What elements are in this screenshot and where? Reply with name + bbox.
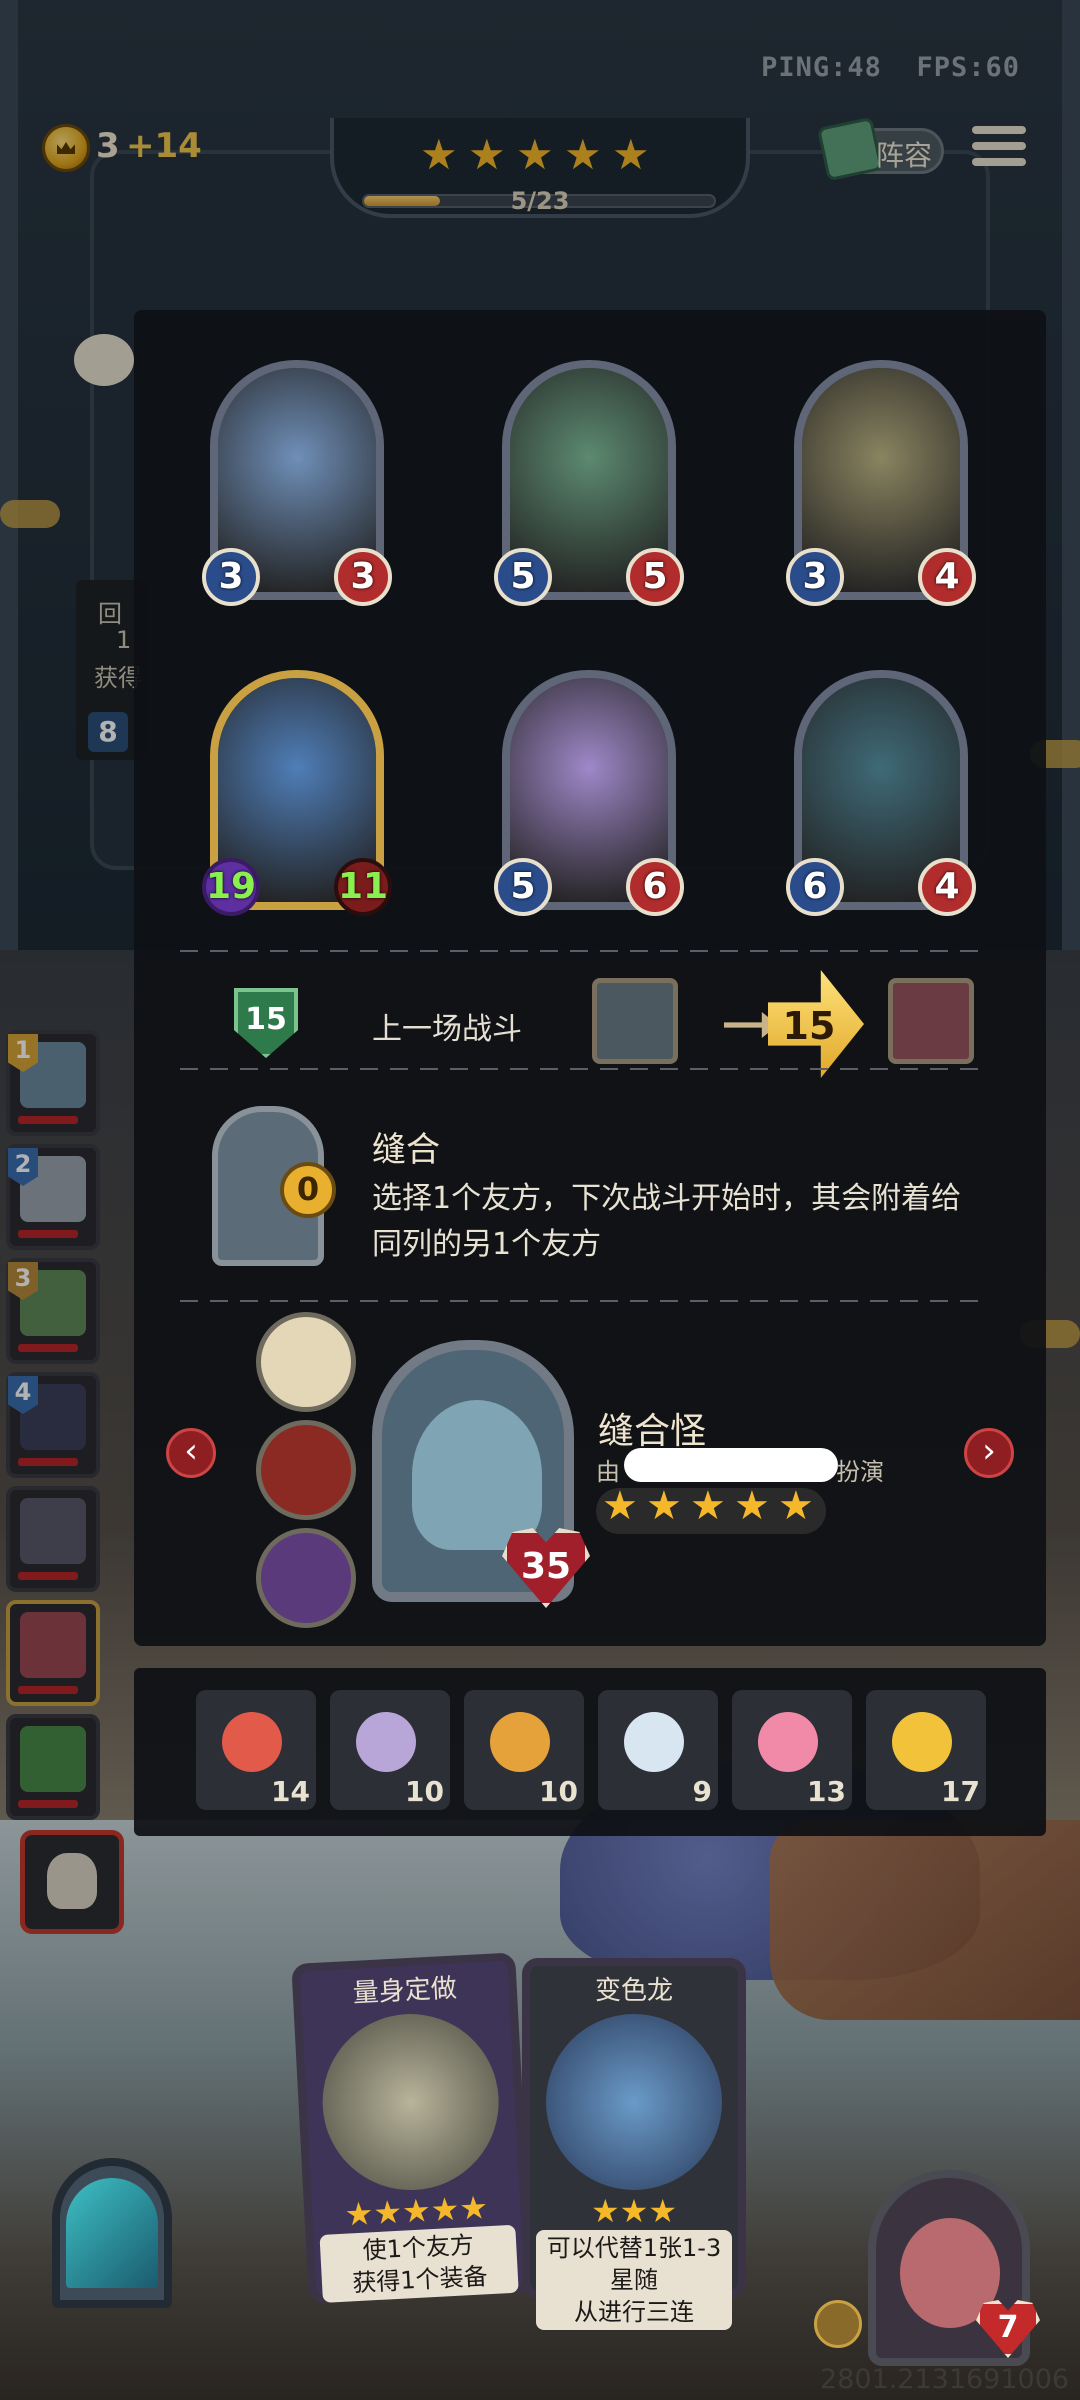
unit-attack: 5 [494, 858, 552, 916]
clown-icon [222, 1712, 282, 1772]
redacted-name [624, 1448, 838, 1482]
pig-pirate-portrait[interactable] [888, 978, 974, 1064]
hand-card[interactable]: 变色龙 ★★★ 可以代替1张1-3星随 从进行三连 [522, 1958, 746, 2330]
unit-attack: 3 [786, 548, 844, 606]
item-description: 选择1个友方，下次战斗开始时，其会附着给 同列的另1个友方 [372, 1176, 972, 1268]
unit-attack: 3 [202, 548, 260, 606]
credit-prefix: 由 [596, 1458, 620, 1486]
star-icon: ★ [778, 1483, 814, 1529]
shield-emblem-icon [356, 1712, 416, 1772]
item-name: 缝合 [372, 1130, 440, 1170]
stitch-monster-art [412, 1400, 542, 1550]
consumable-slot[interactable]: 14 [196, 1690, 316, 1810]
hand-card-title: 变色龙 [594, 1976, 673, 2006]
unit-attack: 19 [202, 858, 260, 916]
hand-card-stars: ★★★ [590, 2192, 678, 2230]
unit-health: 11 [334, 858, 392, 916]
hand-card-art [546, 2014, 722, 2190]
shield-value: 15 [245, 1002, 287, 1037]
divider [180, 1300, 980, 1302]
consumable-count: 14 [271, 1775, 310, 1808]
bell-icon[interactable] [814, 2300, 862, 2348]
hand-card-title: 量身定做 [352, 1973, 458, 2009]
skull-mask-relic-icon[interactable] [256, 1420, 356, 1520]
consumable-count: 10 [405, 1775, 444, 1808]
star-icon: ★ [602, 1483, 638, 1529]
damage-value: 15 [782, 1004, 836, 1048]
unit-health: 4 [918, 548, 976, 606]
star-icon: ★ [646, 1483, 682, 1529]
divider [180, 1068, 980, 1070]
hand-card[interactable]: 量身定做 ★★★★★ 使1个友方 获得1个装备 [291, 1952, 533, 2304]
coordinate-readout: 2801.2131691006 [820, 2364, 1070, 2395]
character-hp: 35 [520, 1546, 572, 1587]
last-battle-label: 上一场战斗 [372, 1012, 522, 1047]
scroll-relic-icon[interactable] [256, 1312, 356, 1412]
unit-attack: 5 [494, 548, 552, 606]
consumable-count: 17 [941, 1775, 980, 1808]
next-button[interactable]: › [964, 1428, 1014, 1478]
consumable-slot[interactable]: 13 [732, 1690, 852, 1810]
portal-crystal-icon [66, 2178, 158, 2288]
chicken-icon [892, 1712, 952, 1772]
hand-card-art [318, 2009, 504, 2195]
unit-health: 6 [626, 858, 684, 916]
teacup-icon [624, 1712, 684, 1772]
credit-suffix: 扮演 [836, 1458, 884, 1486]
item-description-line: 选择1个友方，下次战斗开始时，其会附着给 [372, 1181, 962, 1216]
door-relic-icon[interactable] [256, 1528, 356, 1628]
star-icon: ★ [734, 1483, 770, 1529]
hero-hp: 7 [997, 2310, 1019, 2345]
consumable-slot[interactable]: 10 [464, 1690, 584, 1810]
item-cost: 0 [280, 1162, 336, 1218]
unit-health: 5 [626, 548, 684, 606]
consumable-slot[interactable]: 17 [866, 1690, 986, 1810]
stitch-monster-portrait[interactable] [592, 978, 678, 1064]
consumable-count: 10 [539, 1775, 578, 1808]
alarm-clock-icon [490, 1712, 550, 1772]
unit-health: 3 [334, 548, 392, 606]
consumable-count: 13 [807, 1775, 846, 1808]
hand-card-description: 使1个友方 获得1个装备 [319, 2224, 519, 2303]
divider [180, 950, 980, 952]
cake-icon [758, 1712, 818, 1772]
unit-health: 4 [918, 858, 976, 916]
star-icon: ★ [690, 1483, 726, 1529]
consumable-slot[interactable]: 9 [598, 1690, 718, 1810]
item-description-line: 同列的另1个友方 [372, 1227, 602, 1262]
hand-card-description: 可以代替1张1-3星随从进行三连 [536, 2230, 732, 2330]
unit-attack: 6 [786, 858, 844, 916]
hand-card-description-line: 从进行三连 [574, 2298, 694, 2326]
consumable-slot[interactable]: 10 [330, 1690, 450, 1810]
previous-button[interactable]: ‹ [166, 1428, 216, 1478]
character-name: 缝合怪 [598, 1411, 707, 1452]
consumable-count: 9 [692, 1775, 712, 1808]
hand-card-description-line: 可以代替1张1-3星随 [546, 2234, 722, 2294]
